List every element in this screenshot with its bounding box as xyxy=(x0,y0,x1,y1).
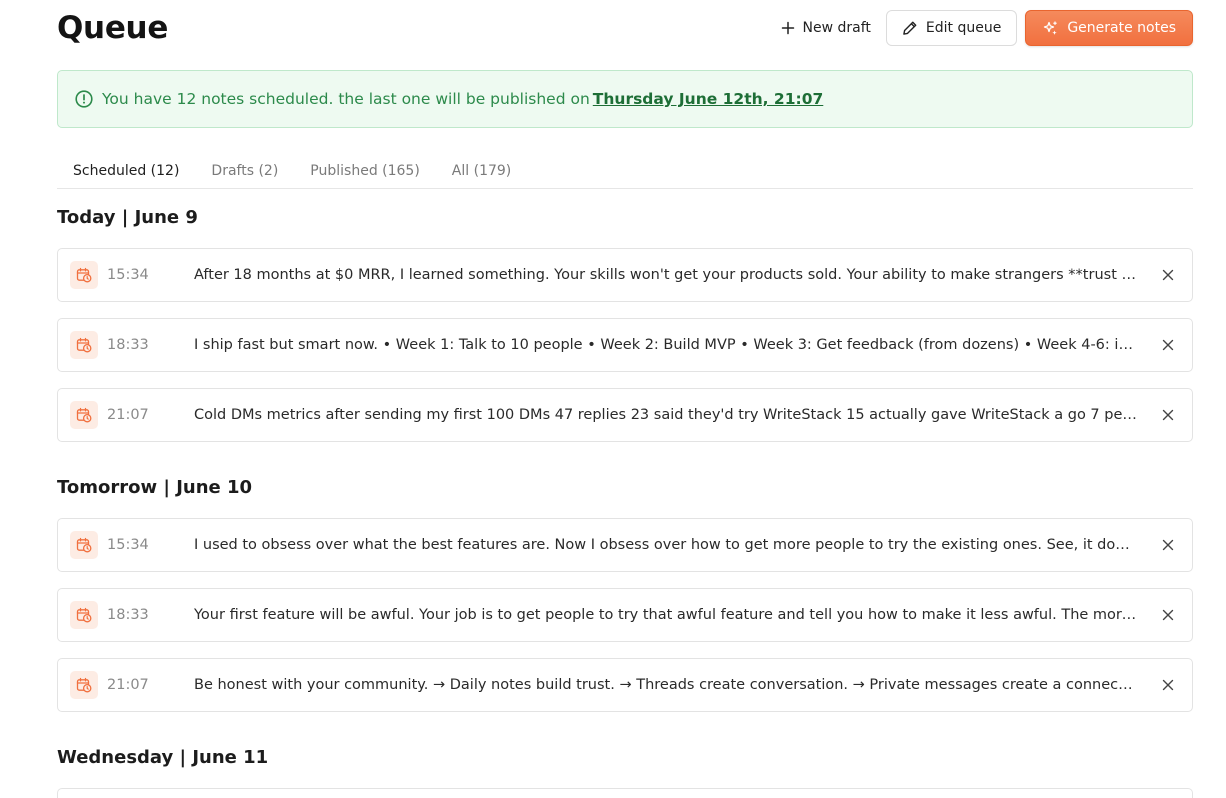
edit-queue-button[interactable]: Edit queue xyxy=(885,10,1018,46)
note-text: Cold DMs metrics after sending my first … xyxy=(194,407,1138,423)
queue-page: Queue New draft Edit queue Generate note… xyxy=(57,0,1193,798)
plus-icon xyxy=(781,21,795,35)
close-icon[interactable] xyxy=(1161,538,1175,552)
tab-published[interactable]: Published (165) xyxy=(310,155,420,179)
list-item[interactable]: 18:33 Your first feature will be awful. … xyxy=(57,588,1193,642)
info-circle-icon xyxy=(75,90,93,108)
note-time: 15:34 xyxy=(107,267,149,283)
close-icon[interactable] xyxy=(1161,338,1175,352)
note-time: 18:33 xyxy=(107,607,149,623)
calendar-clock-icon xyxy=(70,531,98,559)
edit-queue-label: Edit queue xyxy=(925,20,1002,36)
header-actions: New draft Edit queue Generate notes xyxy=(768,10,1193,46)
note-time: 15:34 xyxy=(107,537,149,553)
page-header: Queue New draft Edit queue Generate note… xyxy=(57,0,1193,58)
generate-notes-label: Generate notes xyxy=(1067,20,1176,36)
page-title: Queue xyxy=(57,10,169,46)
pencil-icon xyxy=(902,20,918,36)
list-item[interactable]: 18:33 I ship fast but smart now. • Week … xyxy=(57,318,1193,372)
note-time: 21:07 xyxy=(107,677,149,693)
group-title-tomorrow: Tomorrow | June 10 xyxy=(57,477,253,498)
notes-list-tomorrow: 15:34 I used to obsess over what the bes… xyxy=(57,518,1193,728)
note-time: 21:07 xyxy=(107,407,149,423)
notes-list-today: 15:34 After 18 months at $0 MRR, I learn… xyxy=(57,248,1193,458)
list-item[interactable]: 21:07 Be honest with your community. → D… xyxy=(57,658,1193,712)
list-item[interactable] xyxy=(57,788,1193,798)
list-item[interactable]: 15:34 I used to obsess over what the bes… xyxy=(57,518,1193,572)
tab-scheduled[interactable]: Scheduled (12) xyxy=(73,155,179,179)
queue-tabs: Scheduled (12) Drafts (2) Published (165… xyxy=(57,155,1193,189)
note-text: I ship fast but smart now. • Week 1: Tal… xyxy=(194,337,1138,353)
close-icon[interactable] xyxy=(1161,268,1175,282)
note-text: I used to obsess over what the best feat… xyxy=(194,537,1138,553)
new-draft-button[interactable]: New draft xyxy=(768,10,884,46)
calendar-clock-icon xyxy=(70,671,98,699)
calendar-clock-icon xyxy=(70,601,98,629)
calendar-clock-icon xyxy=(70,261,98,289)
tab-drafts[interactable]: Drafts (2) xyxy=(211,155,278,179)
calendar-clock-icon xyxy=(70,331,98,359)
list-item[interactable]: 21:07 Cold DMs metrics after sending my … xyxy=(57,388,1193,442)
alert-text: You have 12 notes scheduled. the last on… xyxy=(102,90,590,108)
list-item[interactable]: 15:34 After 18 months at $0 MRR, I learn… xyxy=(57,248,1193,302)
calendar-clock-icon xyxy=(70,401,98,429)
close-icon[interactable] xyxy=(1161,608,1175,622)
note-text: Your first feature will be awful. Your j… xyxy=(194,607,1138,623)
new-draft-label: New draft xyxy=(802,20,871,36)
close-icon[interactable] xyxy=(1161,678,1175,692)
note-text: Be honest with your community. → Daily n… xyxy=(194,677,1138,693)
schedule-alert: You have 12 notes scheduled. the last on… xyxy=(57,70,1193,128)
sparkles-icon xyxy=(1042,20,1059,37)
close-icon[interactable] xyxy=(1161,408,1175,422)
generate-notes-button[interactable]: Generate notes xyxy=(1025,10,1193,46)
note-text: After 18 months at $0 MRR, I learned som… xyxy=(194,267,1138,283)
group-title-today: Today | June 9 xyxy=(57,207,198,228)
group-title-wednesday: Wednesday | June 11 xyxy=(57,747,269,768)
last-publish-link[interactable]: Thursday June 12th, 21:07 xyxy=(593,90,823,108)
tab-all[interactable]: All (179) xyxy=(452,155,511,179)
note-time: 18:33 xyxy=(107,337,149,353)
